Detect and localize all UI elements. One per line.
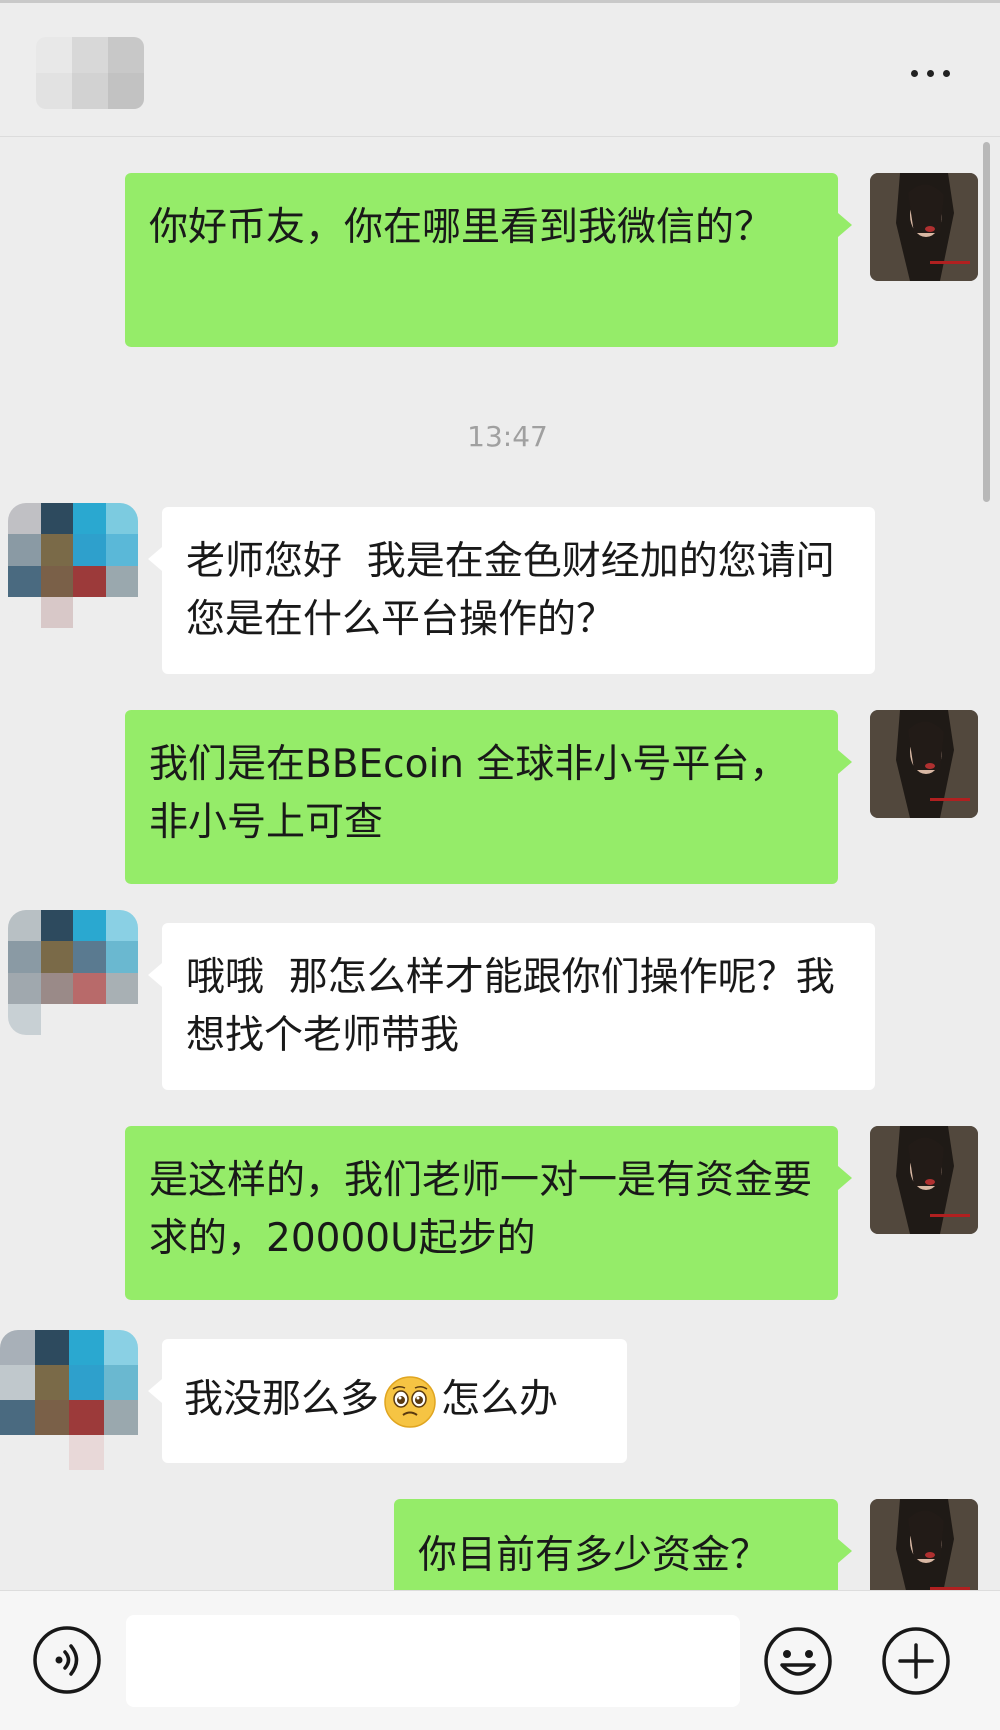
avatar-self[interactable] [870,1126,978,1234]
message-text: 你好币友，你在哪里看到我微信的？ [149,205,774,250]
message-bubble-outgoing[interactable]: 我们是在BBEcoin 全球非小号平台，非小号上可查 [125,710,852,884]
message-text: 是这样的，我们老师一对一是有资金要求的，20000U起步的 [149,1158,813,1261]
message-text-before-emoji: 我没那么多 [184,1377,380,1422]
avatar-photo-icon [870,710,978,818]
more-dot [942,69,950,77]
message-bubble-incoming[interactable]: 哦哦 那怎么样才能跟你们操作呢？我想找个老师带我 [148,923,875,1090]
avatar-self[interactable] [870,173,978,281]
avatar-self[interactable] [870,710,978,818]
message-text-after-emoji: 怎么办 [441,1377,559,1422]
message-bubble-incoming[interactable]: 我没那么多 怎么办 [148,1339,627,1463]
chat-timestamp: 13:47 [467,420,548,453]
more-dot [926,69,934,77]
pleading-face-emoji [383,1375,437,1429]
chat-header [0,3,1000,137]
avatar-contact[interactable] [8,503,138,628]
plus-icon [882,1627,950,1695]
emoji-icon [764,1627,832,1695]
avatar-contact[interactable] [0,1330,138,1470]
message-bubble-outgoing[interactable]: 你好币友，你在哪里看到我微信的？ [125,173,852,347]
message-text: 老师您好 我是在金色财经加的您请问您是在什么平台操作的？ [186,539,835,642]
input-bar [0,1590,1000,1730]
message-input[interactable] [126,1615,740,1707]
avatar-photo-icon [870,1126,978,1234]
avatar-contact[interactable] [8,910,138,1035]
message-text: 哦哦 那怎么样才能跟你们操作呢？我想找个老师带我 [186,955,835,1058]
voice-icon [33,1626,101,1694]
message-text: 你目前有多少资金？ [418,1533,770,1578]
message-bubble-outgoing[interactable]: 是这样的，我们老师一对一是有资金要求的，20000U起步的 [125,1126,852,1300]
contact-name-redacted [36,37,144,109]
chat-screen: 你好币友，你在哪里看到我微信的？ 13:47 老师您好 我是在金色财经加的您请问… [0,0,1000,1730]
message-bubble-incoming[interactable]: 老师您好 我是在金色财经加的您请问您是在什么平台操作的？ [148,507,875,674]
avatar-photo-icon [870,173,978,281]
message-text: 我们是在BBEcoin 全球非小号平台，非小号上可查 [149,742,789,845]
voice-button[interactable] [32,1625,102,1695]
more-dots-icon [910,69,918,77]
more-options-button[interactable] [900,53,960,93]
emoji-button[interactable] [762,1625,834,1697]
add-button[interactable] [880,1625,952,1697]
